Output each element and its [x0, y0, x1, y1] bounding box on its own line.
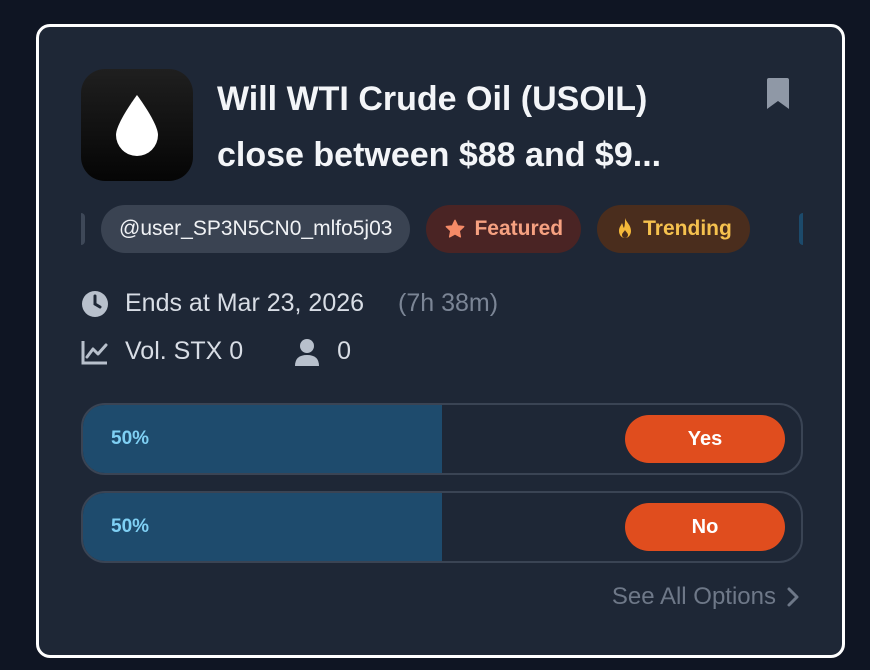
star-icon: [446, 219, 465, 238]
creator-tag-label: @user_SP3N5CN0_mlfo5j03: [119, 217, 393, 240]
option-yes[interactable]: 50% Yes: [81, 403, 803, 475]
creator-tag[interactable]: @user_SP3N5CN0_mlfo5j03: [101, 205, 411, 253]
chart-icon: [81, 338, 109, 366]
see-all-options-link[interactable]: See All Options: [612, 583, 800, 611]
droplet-icon: [116, 95, 158, 156]
market-title[interactable]: Will WTI Crude Oil (USOIL) close between…: [217, 71, 737, 183]
featured-tag-label: Featured: [474, 217, 564, 240]
option-no[interactable]: 50% No: [81, 491, 803, 563]
market-card[interactable]: Will WTI Crude Oil (USOIL) close between…: [36, 24, 845, 658]
tag-carousel[interactable]: @user_SP3N5CN0_mlfo5j03 Featured Trendin…: [81, 205, 803, 257]
stats-row: Vol. STX 0 0: [81, 337, 351, 366]
option-no-percent: 50%: [111, 516, 150, 537]
bookmark-button[interactable]: [765, 77, 791, 111]
market-title-line-2: close between $88 and $9...: [217, 136, 662, 174]
no-button[interactable]: No: [625, 503, 785, 551]
participants-count: 0: [337, 337, 352, 365]
clock-icon: [81, 290, 109, 318]
trending-tag-label: Trending: [643, 217, 732, 240]
previous-tag-edge: [81, 213, 85, 245]
end-date-row: Ends at Mar 23, 2026 (7h 38m): [81, 289, 498, 318]
see-all-options-label: See All Options: [611, 583, 776, 610]
trending-tag[interactable]: Trending: [597, 205, 750, 253]
market-logo: [81, 69, 193, 181]
participants: 0: [293, 337, 351, 366]
option-yes-percent: 50%: [111, 428, 150, 449]
flame-icon: [619, 218, 632, 238]
volume-text: Vol. STX 0: [125, 337, 244, 365]
market-title-line-1: Will WTI Crude Oil (USOIL): [217, 80, 648, 118]
end-date-text: Ends at Mar 23, 2026: [125, 289, 365, 317]
user-icon: [293, 338, 321, 366]
time-remaining: (7h 38m): [398, 289, 499, 317]
featured-tag[interactable]: Featured: [426, 205, 582, 253]
yes-button[interactable]: Yes: [625, 415, 785, 463]
bookmark-icon: [767, 78, 789, 109]
next-tag-edge: [799, 213, 803, 245]
chevron-right-icon: [787, 587, 799, 607]
